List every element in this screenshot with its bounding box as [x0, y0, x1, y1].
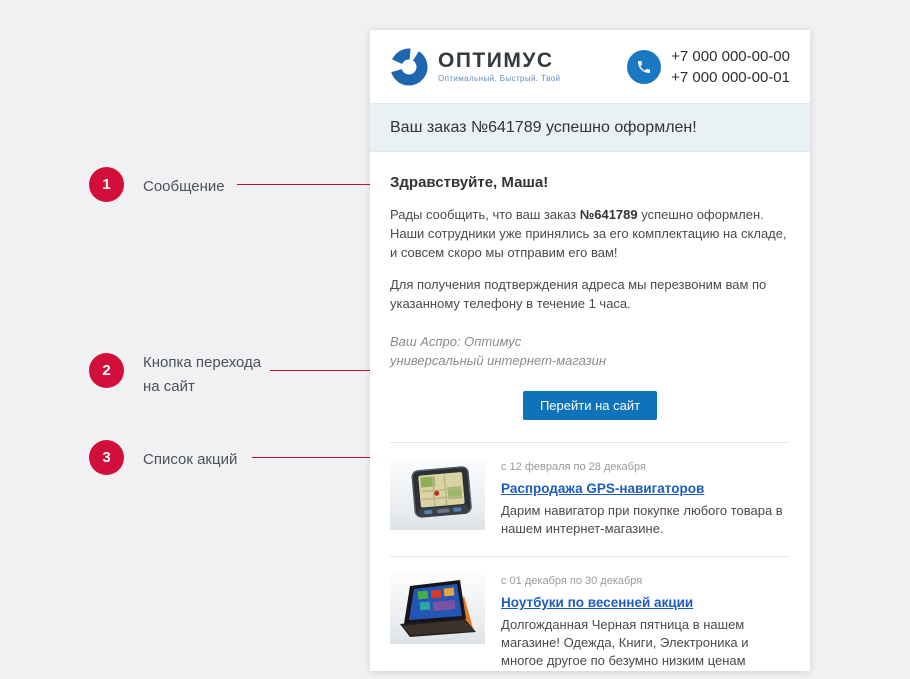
promo-title-link-gps[interactable]: Распродажа GPS-навигаторов [501, 481, 704, 496]
page: 1 Сообщение 2 Кнопка перехода на сайт 3 … [0, 0, 910, 679]
annotation-badge-1: 1 [89, 167, 124, 202]
body-paragraph-2: Для получения подтверждения адреса мы пе… [390, 275, 790, 313]
paragraph-text: Рады сообщить, что ваш заказ [390, 207, 580, 222]
annotation-label-promo-list: Список акций [143, 448, 237, 472]
gps-navigator-photo[interactable] [390, 460, 485, 530]
email-body: Здравствуйте, Маша! Рады сообщить, что в… [370, 152, 810, 671]
signature-line-1: Ваш Аспро: Оптимус [390, 332, 790, 351]
brand-tagline: Оптимальный. Быстрый. Твой [438, 74, 560, 83]
promo-dates: с 01 декабря по 30 декабря [501, 575, 790, 587]
promo-content: с 12 февраля по 28 декабря Распродажа GP… [501, 460, 790, 538]
brand-text: ОПТИМУС Оптимальный. Быстрый. Твой [438, 50, 560, 83]
signature-line-2: универсальный интернет-магазин [390, 351, 790, 370]
email-header: ОПТИМУС Оптимальный. Быстрый. Твой +7 00… [370, 30, 810, 103]
brand-name: ОПТИМУС [438, 50, 560, 72]
promo-title-link-laptops[interactable]: Ноутбуки по весенней акции [501, 595, 693, 610]
annotation-label-cta-button: Кнопка перехода на сайт [143, 351, 275, 399]
email-subject-banner: Ваш заказ №641789 успешно оформлен! [370, 103, 810, 152]
annotation-line-1 [237, 184, 373, 185]
promo-description: Дарим навигатор при покупке любого товар… [501, 502, 790, 538]
phone-block: +7 000 000-00-00 +7 000 000-00-01 [627, 46, 790, 88]
body-paragraph-1: Рады сообщить, что ваш заказ №641789 усп… [390, 205, 790, 262]
promo-item-gps: с 12 февраля по 28 декабря Распродажа GP… [390, 443, 790, 556]
cta-wrapper: Перейти на сайт [390, 391, 790, 420]
annotation-label-message: Сообщение [143, 175, 225, 199]
laptop-photo[interactable] [390, 574, 485, 644]
greeting-text: Здравствуйте, Маша! [390, 174, 790, 191]
promo-content: с 01 декабря по 30 декабря Ноутбуки по в… [501, 574, 790, 670]
annotation-badge-3: 3 [89, 440, 124, 475]
promo-dates: с 12 февраля по 28 декабря [501, 461, 790, 473]
phone-icon [627, 50, 661, 84]
promo-description: Долгожданная Черная пятница в нашем мага… [501, 616, 790, 670]
phone-number-2: +7 000 000-00-01 [671, 67, 790, 88]
annotation-badge-2: 2 [89, 353, 124, 388]
phone-numbers: +7 000 000-00-00 +7 000 000-00-01 [671, 46, 790, 88]
go-to-site-button[interactable]: Перейти на сайт [523, 391, 657, 420]
email-signature: Ваш Аспро: Оптимус универсальный интерне… [390, 332, 790, 370]
brand-logo: ОПТИМУС Оптимальный. Быстрый. Твой [390, 48, 560, 86]
promo-item-laptops: с 01 декабря по 30 декабря Ноутбуки по в… [390, 557, 790, 671]
annotation-line-3 [252, 457, 375, 458]
order-number: №641789 [580, 207, 638, 222]
phone-number-1: +7 000 000-00-00 [671, 46, 790, 67]
email-template-card: ОПТИМУС Оптимальный. Быстрый. Твой +7 00… [370, 30, 810, 671]
optimus-logo-icon [390, 48, 428, 86]
